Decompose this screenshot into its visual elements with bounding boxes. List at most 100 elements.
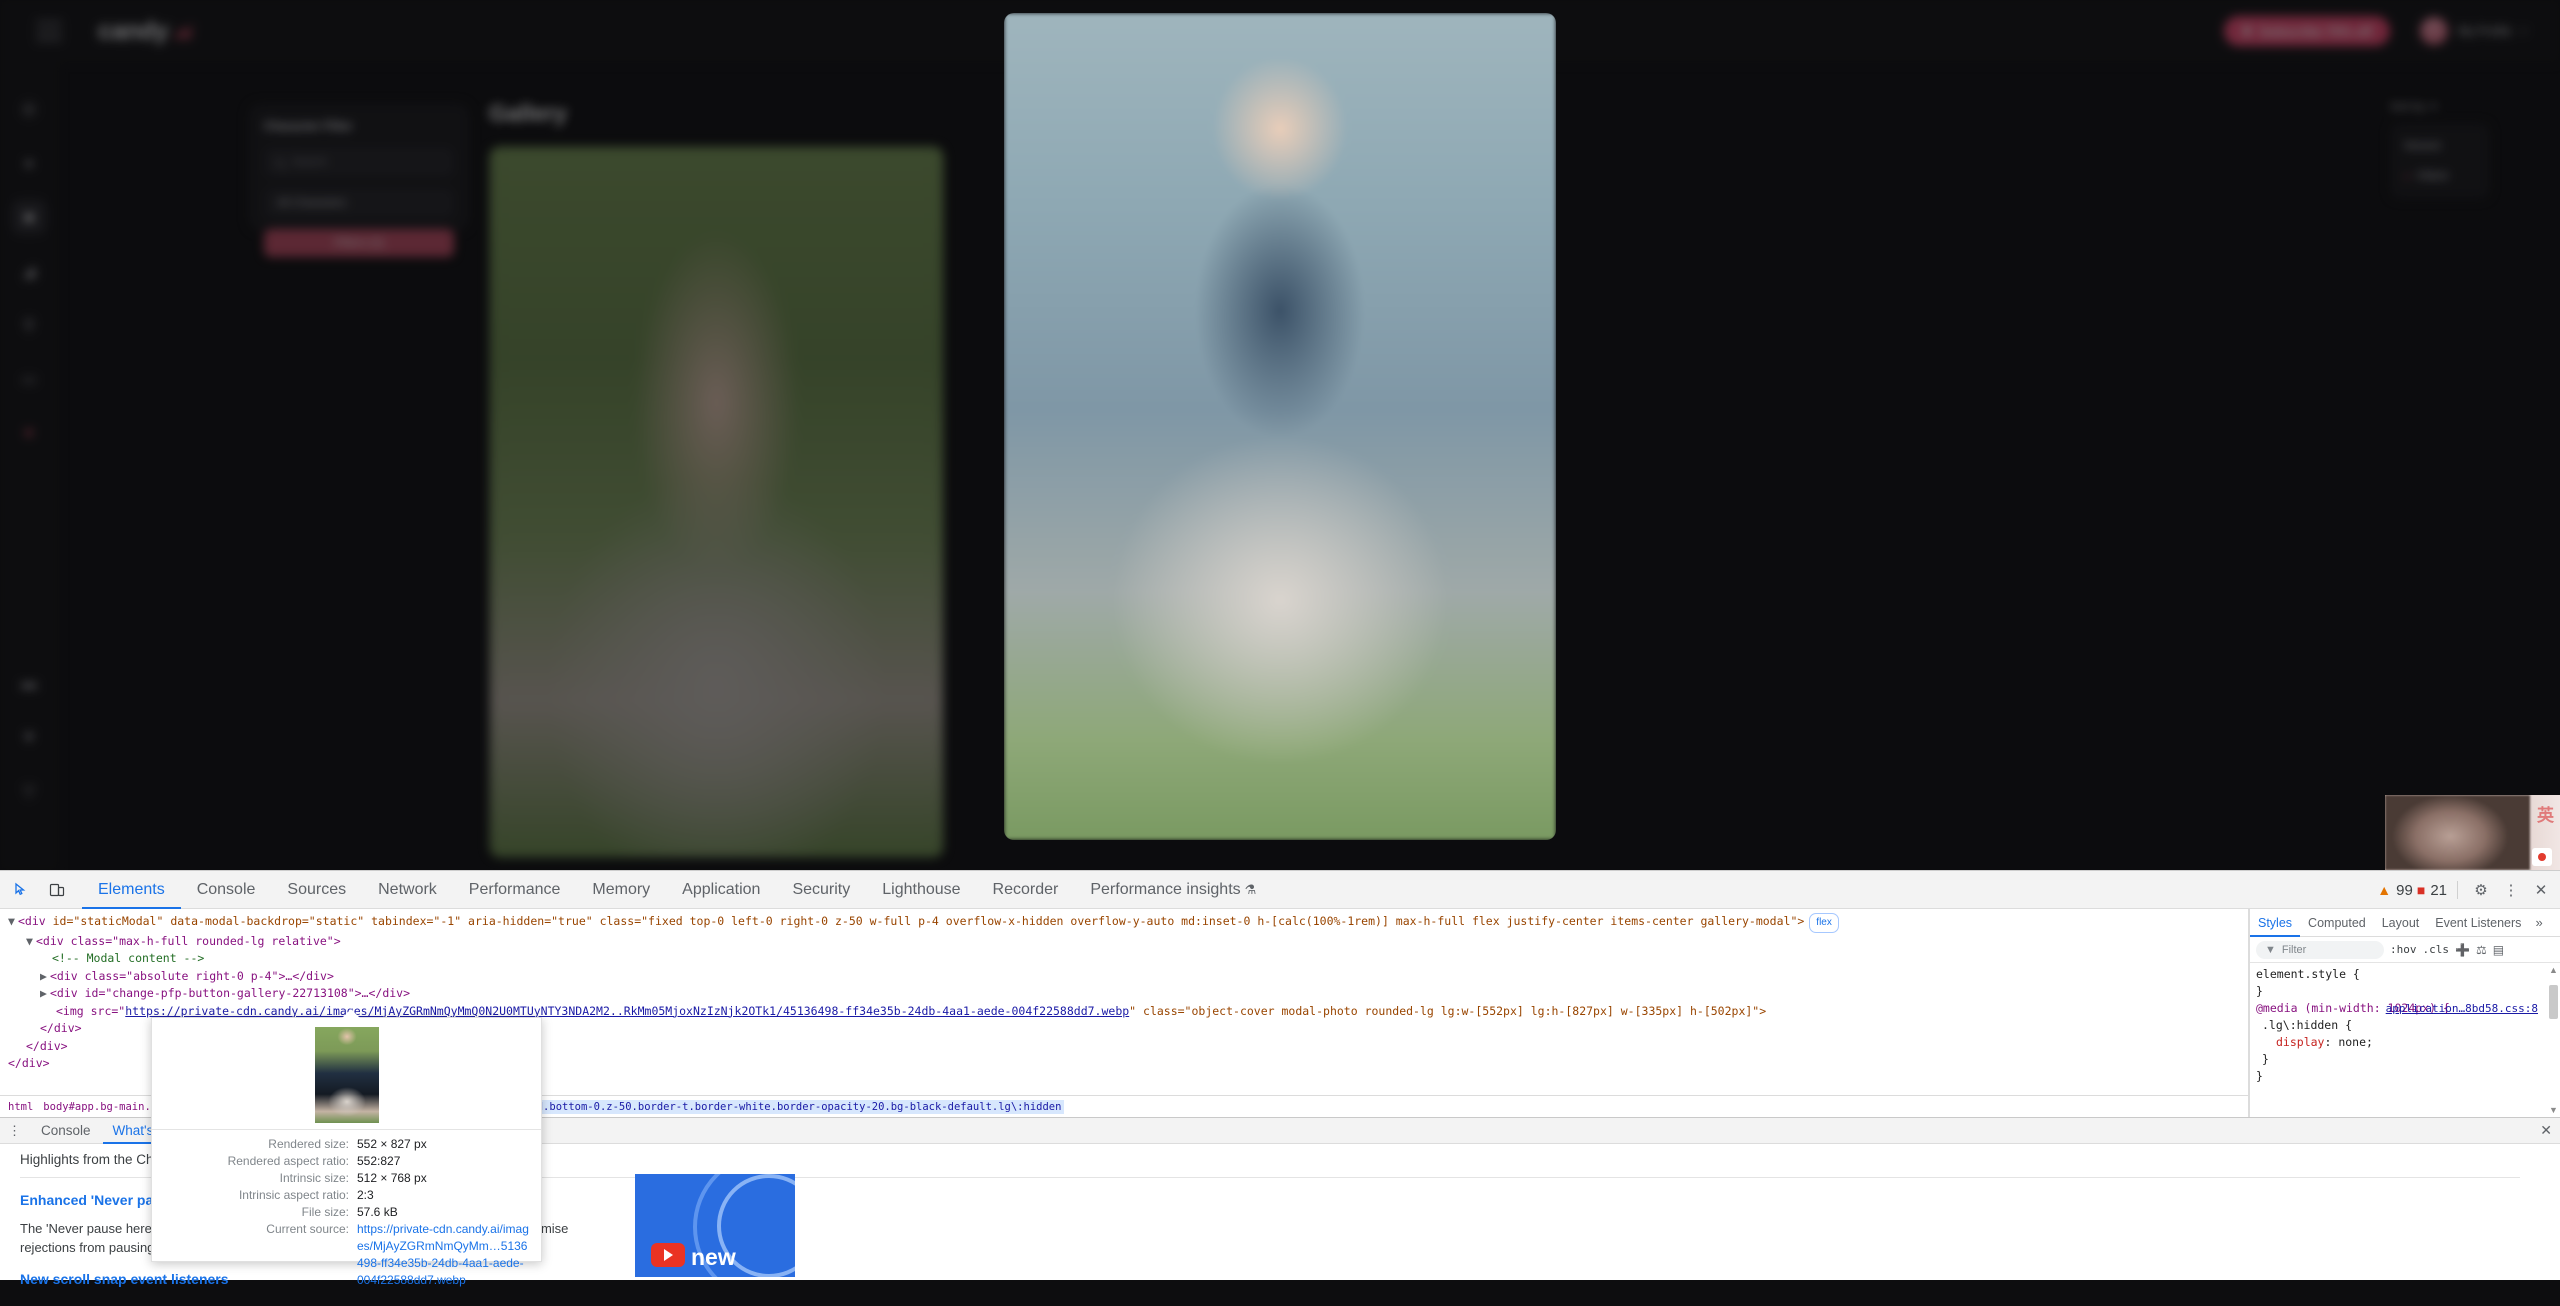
scroll-down-icon[interactable]: ▼ bbox=[2549, 1105, 2558, 1115]
flex-badge[interactable]: flex bbox=[1809, 913, 1839, 933]
style-declaration[interactable]: display: none; bbox=[2256, 1034, 2554, 1051]
styles-filter-input[interactable]: ▼ Filter bbox=[2256, 940, 2384, 959]
toggle-sidebar-icon[interactable]: ▤ bbox=[2493, 943, 2504, 957]
dom-attrs: id="staticModal" data-modal-backdrop="st… bbox=[45, 914, 1805, 928]
tab-elements[interactable]: Elements bbox=[82, 871, 181, 909]
dom-tag: <div bbox=[18, 914, 46, 928]
tooltip-image-thumbnail bbox=[314, 1027, 379, 1123]
dom-img-src-link[interactable]: https://private-cdn.candy.ai/images/MjAy… bbox=[125, 1004, 1129, 1018]
dom-line[interactable]: ▼ <div class="max-h-full rounded-lg relat… bbox=[0, 933, 2248, 951]
warning-triangle-icon: ▲ bbox=[2377, 882, 2392, 898]
modal-photo-image bbox=[1004, 13, 1556, 840]
styles-tab-layout[interactable]: Layout bbox=[2374, 909, 2428, 937]
dom-line-text: <div class="absolute right-0 p-4">…</div… bbox=[50, 968, 334, 983]
styles-tab-event-listeners[interactable]: Event Listeners bbox=[2427, 909, 2529, 937]
whats-new-video-thumbnail[interactable]: new bbox=[635, 1174, 795, 1277]
expand-triangle-icon[interactable]: ▶ bbox=[40, 985, 50, 1003]
kebab-menu-icon[interactable]: ⋮ bbox=[2498, 877, 2524, 903]
dom-line[interactable]: ▶ <div class="absolute right-0 p-4">…</di… bbox=[0, 968, 2248, 986]
style-inner-selector: .lg\:hidden { bbox=[2262, 1018, 2353, 1032]
tooltip-row: Intrinsic aspect ratio: 2:3 bbox=[152, 1187, 529, 1204]
styles-filter-bar: ▼ Filter :hov .cls ➕ ⚖ ▤ bbox=[2250, 937, 2560, 963]
style-rule-selector: element.style { bbox=[2256, 967, 2360, 981]
drawer-tab-console[interactable]: Console bbox=[31, 1118, 101, 1144]
kebab-menu-icon[interactable]: ⋮ bbox=[0, 1123, 29, 1139]
dom-line-text: </div> bbox=[40, 1021, 82, 1035]
tooltip-key: Rendered aspect ratio: bbox=[227, 1154, 349, 1168]
dom-line-text: </div> bbox=[26, 1038, 68, 1053]
modal-photo[interactable] bbox=[1004, 13, 1556, 840]
styles-more-tabs-icon[interactable]: » bbox=[2529, 915, 2548, 930]
paintbrush-icon[interactable]: ⚖ bbox=[2476, 943, 2487, 957]
expand-triangle-icon[interactable]: ▶ bbox=[40, 968, 50, 986]
inspect-cursor-icon[interactable] bbox=[6, 875, 36, 905]
style-prop-name[interactable]: display bbox=[2276, 1035, 2324, 1049]
devtools-toolbar-right: ▲ 99 ■ 21 ⚙ ⋮ ✕ bbox=[2377, 871, 2554, 909]
error-square-icon: ■ bbox=[2416, 882, 2426, 898]
tooltip-caret bbox=[342, 1009, 360, 1018]
cls-toggle[interactable]: .cls bbox=[2423, 943, 2450, 956]
styles-rules[interactable]: element.style { } @media (min-width: 102… bbox=[2250, 963, 2560, 1088]
toolbar-divider bbox=[2457, 881, 2458, 899]
devtools-toolbar: Elements Console Sources Network Perform… bbox=[0, 871, 2560, 909]
tab-lighthouse[interactable]: Lighthouse bbox=[866, 871, 976, 909]
style-rule-element-style[interactable]: element.style { } bbox=[2256, 966, 2554, 1000]
video-thumb-label: new bbox=[691, 1244, 736, 1270]
tooltip-key: Intrinsic aspect ratio: bbox=[238, 1188, 349, 1202]
gear-icon[interactable]: ⚙ bbox=[2468, 877, 2494, 903]
tooltip-row: Intrinsic size: 512 × 768 px bbox=[152, 1170, 529, 1187]
tab-memory[interactable]: Memory bbox=[576, 871, 666, 909]
styles-filter-placeholder: Filter bbox=[2281, 943, 2307, 956]
dom-line-text: <div id="change-pfp-button-gallery-22713… bbox=[50, 986, 411, 1000]
breadcrumb-item-body[interactable]: body#app.bg-main.g… bbox=[43, 1101, 163, 1113]
hov-toggle[interactable]: :hov bbox=[2390, 943, 2417, 956]
style-source-link[interactable]: application…8bd58.css:8 bbox=[2386, 1000, 2538, 1017]
tooltip-value: 512 × 768 px bbox=[357, 1171, 427, 1185]
style-prop-value[interactable]: none; bbox=[2338, 1035, 2373, 1049]
warnings-count: 99 bbox=[2396, 881, 2413, 899]
errors-count: 21 bbox=[2430, 881, 2447, 899]
dom-comment: <!-- Modal content --> bbox=[0, 950, 2248, 968]
tooltip-value: 552 × 827 px bbox=[357, 1137, 427, 1151]
expand-triangle-icon[interactable]: ▼ bbox=[8, 913, 18, 931]
tooltip-row: Rendered size: 552 × 827 px bbox=[152, 1136, 529, 1153]
plus-icon[interactable]: ➕ bbox=[2455, 943, 2470, 957]
style-rule-media[interactable]: @media (min-width: 1024px) { application… bbox=[2256, 1000, 2554, 1085]
tab-application[interactable]: Application bbox=[666, 871, 776, 909]
image-preview-tooltip: Rendered size: 552 × 827 px Rendered asp… bbox=[151, 1009, 542, 1287]
tab-performance[interactable]: Performance bbox=[453, 871, 577, 909]
close-icon[interactable]: ✕ bbox=[2528, 877, 2554, 903]
styles-scrollbar[interactable]: ▲ ▼ bbox=[2549, 965, 2558, 1115]
tooltip-row: Rendered aspect ratio: 552:827 bbox=[152, 1153, 529, 1170]
warnings-count-badge[interactable]: ▲ 99 bbox=[2377, 882, 2413, 899]
scroll-up-icon[interactable]: ▲ bbox=[2549, 965, 2558, 975]
style-rule-close: } bbox=[2256, 984, 2263, 998]
tooltip-value: 2:3 bbox=[357, 1188, 374, 1202]
breadcrumb-item-html[interactable]: html bbox=[8, 1101, 33, 1113]
picture-in-picture-video[interactable]: 英 bbox=[2385, 795, 2560, 870]
styles-tab-styles[interactable]: Styles bbox=[2250, 909, 2300, 937]
dom-line[interactable]: ▼ <div id="staticModal" data-modal-backdr… bbox=[0, 913, 2248, 933]
devtools-tabs: Elements Console Sources Network Perform… bbox=[82, 871, 1272, 909]
styles-pane: Styles Computed Layout Event Listeners »… bbox=[2249, 909, 2560, 1117]
expand-triangle-icon[interactable]: ▼ bbox=[26, 933, 36, 951]
close-icon[interactable]: ✕ bbox=[2540, 1122, 2552, 1139]
dom-line[interactable]: ▶ <div id="change-pfp-button-gallery-2271… bbox=[0, 985, 2248, 1003]
tab-performance-insights-label: Performance insights bbox=[1090, 880, 1241, 898]
app-page: candy.ai ♛ Subscribe 75% off My Profile … bbox=[0, 0, 2560, 870]
tab-performance-insights[interactable]: Performance insights ⚗ bbox=[1074, 871, 1272, 909]
dom-img-attrs: " class="object-cover modal-photo rounde… bbox=[1129, 1003, 1767, 1018]
tab-recorder[interactable]: Recorder bbox=[977, 871, 1075, 909]
device-toolbar-icon[interactable] bbox=[42, 875, 72, 905]
tab-console[interactable]: Console bbox=[181, 871, 272, 909]
tab-security[interactable]: Security bbox=[776, 871, 866, 909]
scroll-thumb[interactable] bbox=[2549, 985, 2558, 1019]
tab-network[interactable]: Network bbox=[362, 871, 453, 909]
styles-tab-computed[interactable]: Computed bbox=[2300, 909, 2374, 937]
filter-funnel-icon: ▼ bbox=[2265, 943, 2276, 956]
tab-sources[interactable]: Sources bbox=[271, 871, 362, 909]
style-inner-close: } bbox=[2262, 1052, 2269, 1066]
tooltip-row: File size: 57.6 kB bbox=[152, 1204, 529, 1221]
errors-count-badge[interactable]: ■ 21 bbox=[2417, 882, 2447, 899]
pip-shirt-icon bbox=[2532, 848, 2552, 866]
